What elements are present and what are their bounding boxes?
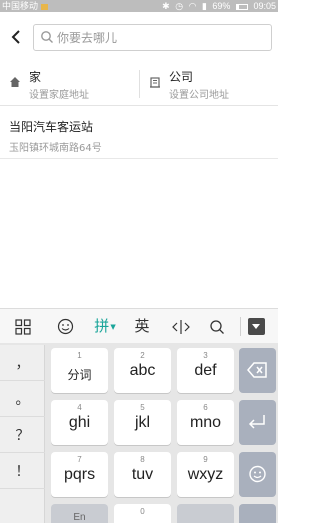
- key-number: 0: [140, 507, 145, 516]
- key-4[interactable]: 4 ghi: [51, 400, 108, 445]
- battery-percent: 69%: [212, 1, 231, 11]
- search-icon: [41, 31, 53, 43]
- battery-icon: [235, 4, 248, 10]
- key-label: wxyz: [187, 466, 224, 483]
- key-6[interactable]: 6 mno: [177, 400, 234, 445]
- company-address-item[interactable]: 公司 设置公司地址: [140, 62, 278, 106]
- home-address-item[interactable]: 家 设置家庭地址: [0, 62, 139, 106]
- company-subtitle: 设置公司地址: [169, 90, 229, 101]
- company-title: 公司: [169, 70, 194, 84]
- symbol-key[interactable]: ？: [0, 417, 45, 453]
- emoji-key[interactable]: [239, 452, 276, 497]
- enter-key[interactable]: [239, 400, 276, 445]
- home-icon: [10, 77, 20, 87]
- number-key[interactable]: [239, 504, 276, 523]
- key-label: pqrs: [63, 466, 96, 483]
- caret-down-icon: ▼: [110, 323, 116, 331]
- quick-destinations: 家 设置家庭地址 公司 设置公司地址: [0, 62, 278, 106]
- carrier-name: 中国移动: [2, 0, 49, 12]
- key-number: 1: [77, 351, 82, 360]
- chevron-left-icon: [11, 30, 20, 44]
- status-icons: ✱ ◷ ◠ ▮ 69% 09:05: [159, 0, 276, 12]
- en-key[interactable]: En: [51, 504, 108, 523]
- emoji-button[interactable]: [48, 309, 82, 344]
- key-5[interactable]: 5 jkl: [114, 400, 171, 445]
- search-icon: [210, 320, 224, 334]
- key-number: 3: [203, 351, 208, 360]
- keyboard-search-button[interactable]: [200, 309, 234, 344]
- key-label: def: [194, 362, 217, 379]
- grid-icon: [15, 319, 31, 335]
- sim-icon: [41, 4, 49, 10]
- keyboard-toolbar: 拼▼ 英: [0, 308, 278, 343]
- key-number: 9: [203, 455, 208, 464]
- key-label: ghi: [68, 414, 91, 431]
- symbol-key[interactable]: 。: [0, 381, 45, 417]
- key-label: mno: [189, 414, 222, 431]
- key-2[interactable]: 2 abc: [114, 348, 171, 393]
- key-number: 2: [140, 351, 145, 360]
- wifi-icon: ◠: [188, 1, 197, 11]
- enter-icon: [248, 415, 265, 429]
- symbol-key[interactable]: ，: [0, 345, 45, 381]
- key-7[interactable]: 7 pqrs: [51, 452, 108, 497]
- english-mode-button[interactable]: 英: [125, 309, 159, 344]
- key-3[interactable]: 3 def: [177, 348, 234, 393]
- hide-keyboard-button[interactable]: [248, 318, 265, 335]
- cursor-move-button[interactable]: [164, 309, 198, 344]
- smiley-icon: [249, 465, 266, 483]
- key-label: abc: [129, 362, 156, 379]
- status-bar: 中国移动 ✱ ◷ ◠ ▮ 69% 09:05: [0, 0, 278, 12]
- key-number: 6: [203, 403, 208, 412]
- back-button[interactable]: [8, 26, 24, 48]
- keyboard: ， 。 ？ ！ 1 分词 2 abc 3 def 4 ghi 5 jkl 6 m…: [0, 343, 278, 523]
- grid-menu-button[interactable]: [6, 309, 40, 344]
- search-box[interactable]: [33, 24, 272, 51]
- alarm-icon: ◷: [175, 1, 184, 11]
- symbol-toggle-key[interactable]: [177, 504, 234, 523]
- symbol-column: ， 。 ？ ！: [0, 345, 45, 523]
- smiley-icon: [57, 318, 73, 335]
- space-key[interactable]: 0: [114, 504, 171, 523]
- key-1[interactable]: 1 分词: [51, 348, 108, 393]
- building-icon: [150, 77, 160, 88]
- pinyin-label: 拼: [94, 317, 110, 335]
- search-header: [0, 12, 278, 62]
- english-label: 英: [134, 317, 150, 335]
- pinyin-mode-button[interactable]: 拼▼: [88, 309, 122, 344]
- history-name: 当阳汽车客运站: [9, 120, 94, 134]
- key-label: En: [73, 512, 86, 523]
- key-label: 分词: [67, 368, 92, 382]
- backspace-icon: [247, 362, 267, 378]
- clock: 09:05: [253, 1, 276, 11]
- key-label: tuv: [131, 466, 154, 483]
- key-label: jkl: [134, 414, 151, 431]
- home-title: 家: [29, 70, 42, 84]
- symbol-key[interactable]: ！: [0, 453, 45, 489]
- key-number: 5: [140, 403, 145, 412]
- key-8[interactable]: 8 tuv: [114, 452, 171, 497]
- cursor-move-icon: [172, 320, 190, 334]
- bluetooth-icon: ✱: [162, 1, 170, 11]
- signal-icon: ▮: [201, 1, 207, 11]
- toolbar-divider: [240, 317, 241, 336]
- key-number: 8: [140, 455, 145, 464]
- history-item[interactable]: 当阳汽车客运站 玉阳镇环城南路64号: [0, 107, 278, 159]
- history-address: 玉阳镇环城南路64号: [9, 143, 102, 154]
- key-number: 4: [77, 403, 82, 412]
- backspace-key[interactable]: [239, 348, 276, 393]
- search-input[interactable]: [57, 25, 267, 50]
- key-9[interactable]: 9 wxyz: [177, 452, 234, 497]
- home-subtitle: 设置家庭地址: [29, 90, 89, 101]
- key-number: 7: [77, 455, 82, 464]
